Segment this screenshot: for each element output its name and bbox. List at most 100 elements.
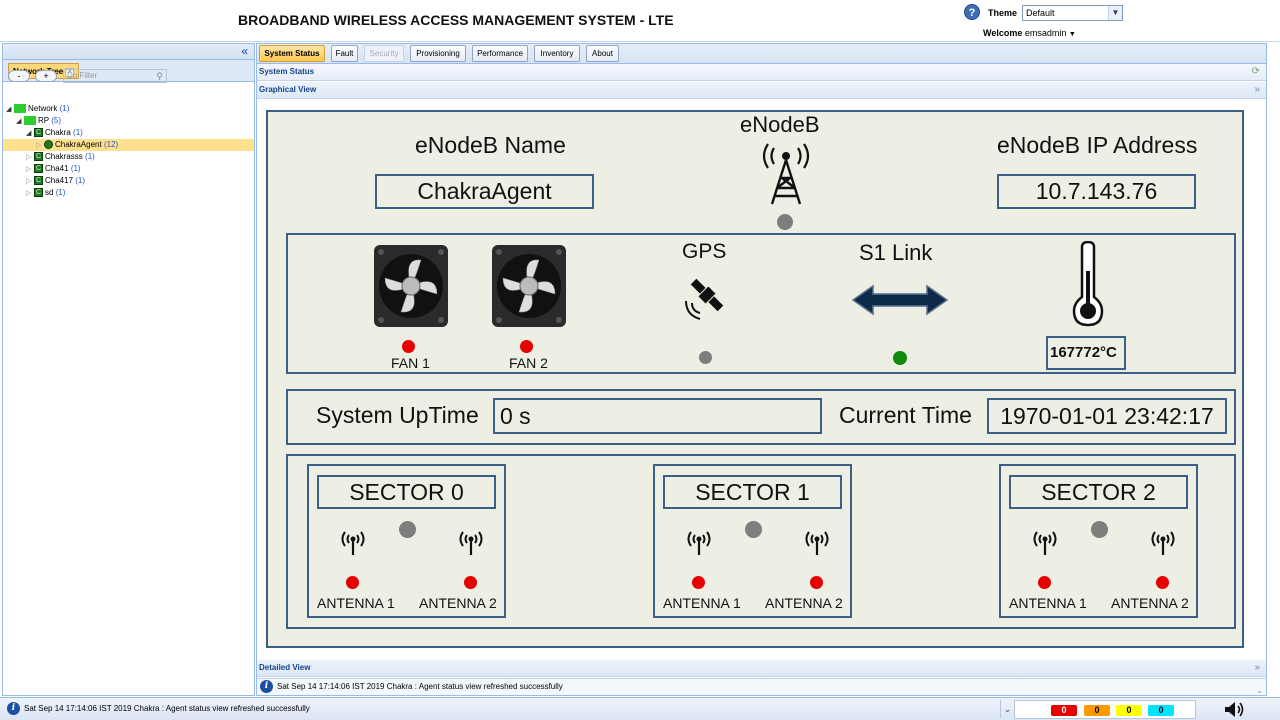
tab-provisioning[interactable]: Provisioning <box>410 45 466 62</box>
cluster-icon <box>34 163 43 175</box>
status-bar-text: Sat Sep 14 17:14:06 IST 2019 Chakra : Ag… <box>24 704 310 713</box>
tab-inventory[interactable]: Inventory <box>534 45 580 62</box>
current-time-label: Current Time <box>839 402 972 428</box>
alarm-count: 0 <box>1158 705 1164 715</box>
tree-label: sd <box>45 188 54 197</box>
chevron-down-icon[interactable]: » <box>1254 660 1260 676</box>
gps-label: GPS <box>682 240 727 263</box>
tree-label: Cha41 <box>45 164 69 173</box>
antenna2-icon <box>802 530 832 561</box>
expand-all-button[interactable]: + <box>35 70 57 82</box>
uptime-label: System UpTime <box>316 402 479 428</box>
tree-item-chakrasss[interactable]: ▷Chakrasss (1) <box>26 151 95 163</box>
s1-link-label: S1 Link <box>859 240 933 265</box>
welcome-label: Welcome <box>983 28 1023 38</box>
cluster-icon <box>34 151 43 163</box>
tree-item-cha417[interactable]: ▷Cha417 (1) <box>26 175 85 187</box>
collapsed-arrow-icon[interactable]: ▷ <box>26 188 34 200</box>
expanded-arrow-icon[interactable]: ◢ <box>6 104 14 116</box>
tree-count: (5) <box>51 116 61 125</box>
thermometer-icon <box>1072 241 1104 327</box>
antenna1-led <box>346 576 359 589</box>
tree-count: (1) <box>85 152 95 161</box>
agent-icon <box>44 140 53 150</box>
system-status-header: System Status ⟳ <box>257 64 1266 81</box>
network-icon <box>14 104 26 114</box>
user-menu-caret-icon: ▼ <box>1068 31 1076 38</box>
alarm-summary: 0 0 0 0 <box>1014 700 1196 719</box>
sector-2: SECTOR 2 ANTENNA 1 ANTENNA 2 <box>999 464 1198 618</box>
cluster-icon <box>34 187 43 199</box>
antenna2-led <box>1156 576 1169 589</box>
uptime-value: 0 s <box>493 398 822 434</box>
theme-select-value: Default <box>1026 8 1055 18</box>
tree-count: (1) <box>55 188 66 197</box>
app-header: BROADBAND WIRELESS ACCESS MANAGEMENT SYS… <box>0 0 1280 42</box>
cluster-icon <box>34 175 43 187</box>
collapse-left-icon[interactable]: « <box>241 44 248 58</box>
tab-system-status[interactable]: System Status <box>259 45 325 62</box>
graphical-view-header[interactable]: Graphical View » <box>257 82 1266 99</box>
inner-status-message: i Sat Sep 14 17:14:06 IST 2019 Chakra : … <box>257 678 1266 695</box>
alarm-major[interactable]: 0 <box>1084 705 1110 716</box>
alarm-minor[interactable]: 0 <box>1116 705 1142 716</box>
tree-count: (1) <box>73 128 83 137</box>
antenna2-label: ANTENNA 2 <box>1111 595 1189 611</box>
tree-label: RP <box>38 116 49 125</box>
tab-fault[interactable]: Fault <box>331 45 358 62</box>
tree-label: Network <box>28 104 58 113</box>
detailed-view-title: Detailed View <box>259 663 311 672</box>
tree-item-network[interactable]: ◢ Network (1) <box>6 103 69 115</box>
filter-placeholder: Do Filter <box>67 71 98 80</box>
s1-link-led <box>893 351 907 365</box>
status-bar: i Sat Sep 14 17:14:06 IST 2019 Chakra : … <box>0 697 1280 720</box>
tab-about[interactable]: About <box>586 45 619 62</box>
enodeb-name-value: ChakraAgent <box>375 174 594 209</box>
graphical-view-title: Graphical View <box>259 85 317 94</box>
chevron-down-icon[interactable]: ⌄ <box>1000 700 1014 718</box>
tree-item-cha41[interactable]: ▷Cha41 (1) <box>26 163 81 175</box>
tower-icon <box>762 143 810 205</box>
tree-item-rp[interactable]: ◢ RP (5) <box>16 115 61 127</box>
antenna1-icon <box>1030 530 1060 561</box>
detailed-view-header[interactable]: Detailed View » <box>257 660 1266 677</box>
expanded-arrow-icon[interactable]: ◢ <box>16 116 24 128</box>
antenna1-label: ANTENNA 1 <box>1009 595 1087 611</box>
tree-item-chakra[interactable]: ◢Chakra (1) <box>26 127 83 139</box>
search-icon[interactable]: ⚲ <box>156 70 163 82</box>
help-icon[interactable]: ? <box>964 4 980 20</box>
tab-performance[interactable]: Performance <box>472 45 528 62</box>
tree-item-sd[interactable]: ▷ sd (1) <box>26 187 65 199</box>
alarm-critical[interactable]: 0 <box>1051 705 1077 716</box>
fan1-label: FAN 1 <box>391 355 430 371</box>
tree-label: Cha417 <box>45 176 74 185</box>
enodeb-title: eNodeB <box>740 112 820 137</box>
tree-label: Chakra <box>45 128 71 137</box>
uptime-box: System UpTime 0 s Current Time 1970-01-0… <box>286 389 1236 445</box>
sector-status-led <box>399 521 416 538</box>
collapse-all-button[interactable]: - <box>8 70 30 82</box>
gps-led <box>699 351 712 364</box>
alarm-warning[interactable]: 0 <box>1148 705 1174 716</box>
speaker-icon[interactable] <box>1224 701 1246 718</box>
welcome-text[interactable]: Welcome emsadmin ▼ <box>983 28 1076 38</box>
theme-select[interactable]: Default ▼ <box>1022 5 1123 21</box>
fan1-icon <box>374 245 448 327</box>
tree-label: Chakrasss <box>45 152 83 161</box>
enodeb-ip-label: eNodeB IP Address <box>997 132 1198 158</box>
refresh-icon[interactable]: ⟳ <box>1252 64 1260 80</box>
sector-name: SECTOR 2 <box>1009 475 1188 509</box>
tree-filter-input[interactable]: Do Filter ⚲ <box>63 69 167 83</box>
antenna1-label: ANTENNA 1 <box>317 595 395 611</box>
antenna2-label: ANTENNA 2 <box>419 595 497 611</box>
main-panel: System Status Fault Security Provisionin… <box>256 43 1267 696</box>
alarm-count: 0 <box>1061 705 1067 715</box>
alarm-count: 0 <box>1126 705 1132 715</box>
tree-count: (1) <box>75 176 86 185</box>
left-panel: « Network Tree× - + Do Filter ⚲ ◢Network… <box>2 43 255 696</box>
antenna1-led <box>692 576 705 589</box>
tree-item-chakraagent[interactable]: ▷ ChakraAgent (12) <box>3 139 254 151</box>
hardware-box: FAN 1 FAN 2 GPS S1 Link 167772°C <box>286 233 1236 374</box>
chevron-down-icon[interactable]: » <box>1254 82 1260 98</box>
system-status-title: System Status <box>259 67 315 76</box>
